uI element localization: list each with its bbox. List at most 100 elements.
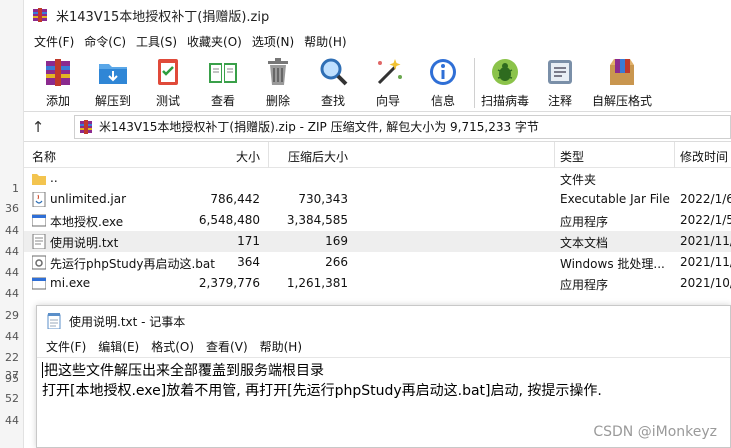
path-display[interactable]: 米143V15本地授权补丁(捐赠版).zip - ZIP 压缩文件, 解包大小为… xyxy=(74,114,731,139)
file-type: Windows 批处理... xyxy=(560,257,665,271)
menu-options[interactable]: 选项(N) xyxy=(248,33,298,50)
extract-to-icon xyxy=(99,64,127,84)
virus-scan-button[interactable]: 扫描病毒 xyxy=(479,55,531,111)
test-button[interactable]: 测试 xyxy=(142,55,194,111)
folder-icon xyxy=(32,174,46,185)
exe-file-icon xyxy=(32,277,46,290)
file-row-mi-exe[interactable]: mi.exe 2,379,776 1,261,381 应用程序 2021/10/ xyxy=(24,273,731,294)
notepad-menu-file[interactable]: 文件(F) xyxy=(41,338,91,355)
column-packed-size-header[interactable]: 压缩后大小 xyxy=(288,148,348,165)
column-name-header[interactable]: 名称 xyxy=(32,148,56,165)
sfx-button[interactable]: 自解压格式 xyxy=(589,55,655,111)
find-button[interactable]: 查找 xyxy=(307,55,359,111)
text-caret xyxy=(42,362,43,378)
add-archive-icon xyxy=(46,59,70,86)
editor-line-gutter: 1 36 44 44 44 44 29 44 22 37 95 52 44 xyxy=(0,0,24,448)
find-icon xyxy=(320,58,348,86)
file-name: mi.exe xyxy=(50,276,91,290)
notepad-app-icon xyxy=(47,313,61,329)
file-packed-size: 1,261,381 xyxy=(286,276,348,290)
file-row-local-auth-exe[interactable]: 本地授权.exe 6,548,480 3,384,585 应用程序 2022/1… xyxy=(24,210,731,231)
column-size-header[interactable]: 大小 xyxy=(236,148,260,165)
comment-icon xyxy=(548,60,572,84)
comment-button[interactable]: 注释 xyxy=(534,55,586,111)
extract-to-label: 解压到 xyxy=(94,94,131,108)
up-arrow-icon: ↑ xyxy=(31,117,45,136)
file-size: 364 xyxy=(237,255,260,269)
window-title: 米143V15本地授权补丁(捐赠版).zip xyxy=(56,9,270,25)
text-line: 把这些文件解压出来全部覆盖到服务端根目录 xyxy=(42,361,725,381)
line-number: 44 xyxy=(5,287,19,300)
file-modified: 2022/1/5 xyxy=(680,213,731,227)
notepad-title-bar: 使用说明.txt - 记事本 xyxy=(37,306,730,336)
jar-file-icon xyxy=(32,192,46,207)
column-divider[interactable] xyxy=(554,142,555,168)
file-list-header: 名称 大小 压缩后大小 类型 修改时间 xyxy=(24,142,731,168)
add-button[interactable]: 添加 xyxy=(32,55,84,111)
notepad-menu-edit[interactable]: 编辑(E) xyxy=(93,338,144,355)
line-number: 44 xyxy=(5,330,19,343)
file-type: Executable Jar File xyxy=(560,192,670,206)
text-line-content: 把这些文件解压出来全部覆盖到服务端根目录 xyxy=(44,363,324,379)
menu-tools[interactable]: 工具(S) xyxy=(132,33,181,50)
line-number: 44 xyxy=(5,266,19,279)
notepad-menu-format[interactable]: 格式(O) xyxy=(146,338,199,355)
file-type: 应用程序 xyxy=(560,278,609,292)
view-label: 查看 xyxy=(210,94,235,108)
file-size: 786,442 xyxy=(210,192,260,206)
line-number: 22 xyxy=(5,351,19,364)
delete-button[interactable]: 删除 xyxy=(252,55,304,111)
wizard-button[interactable]: 向导 xyxy=(362,55,414,111)
notepad-title: 使用说明.txt - 记事本 xyxy=(69,314,186,329)
text-line: 打开[本地授权.exe]放着不用管, 再打开[先运行phpStudy再启动这.b… xyxy=(42,383,602,399)
line-number: 44 xyxy=(5,414,19,427)
column-type-header[interactable]: 类型 xyxy=(560,148,584,165)
menu-favorites[interactable]: 收藏夹(O) xyxy=(183,33,246,50)
file-row-unlimited-jar[interactable]: unlimited.jar 786,442 730,343 Executable… xyxy=(24,189,731,210)
line-number: 1 xyxy=(12,182,19,195)
column-divider[interactable] xyxy=(268,142,269,168)
path-text: 米143V15本地授权补丁(捐赠版).zip - ZIP 压缩文件, 解包大小为… xyxy=(99,120,539,134)
menu-file[interactable]: 文件(F) xyxy=(30,33,78,50)
file-modified: 2021/10/ xyxy=(680,276,731,290)
extract-to-button[interactable]: 解压到 xyxy=(87,55,139,111)
line-number: 52 xyxy=(5,392,19,405)
column-modified-header[interactable]: 修改时间 xyxy=(680,148,728,165)
file-modified: 2022/1/6 xyxy=(680,192,731,206)
text-file-icon xyxy=(32,234,46,249)
virus-scan-icon xyxy=(492,59,518,85)
file-name: 先运行phpStudy再启动这.bat xyxy=(50,257,215,271)
view-icon xyxy=(209,63,237,83)
line-number: 36 xyxy=(5,202,19,215)
column-divider[interactable] xyxy=(674,142,675,168)
delete-icon xyxy=(268,58,288,85)
exe-file-icon xyxy=(32,214,46,227)
line-number: 29 xyxy=(5,309,19,322)
file-name: unlimited.jar xyxy=(50,192,127,206)
file-list: .. 文件夹 unlimited.jar 786,442 730,343 Exe… xyxy=(24,168,731,294)
test-label: 测试 xyxy=(155,94,180,108)
file-row-readme-txt[interactable]: 使用说明.txt 171 169 文本文档 2021/11/ xyxy=(24,231,731,252)
toolbar: 添加 解压到 测试 查看 删除 查找 向导 信息 扫描病毒 注释 自解压格式 xyxy=(24,52,731,112)
virus-scan-label: 扫描病毒 xyxy=(480,94,529,108)
up-button[interactable]: ↑ xyxy=(24,113,52,141)
file-row-parent[interactable]: .. 文件夹 xyxy=(24,168,731,189)
info-icon xyxy=(430,59,456,85)
winrar-app-icon xyxy=(33,8,47,22)
comment-label: 注释 xyxy=(547,94,572,108)
line-number: 95 xyxy=(5,372,19,385)
file-modified: 2021/11/ xyxy=(680,234,731,248)
file-size: 6,548,480 xyxy=(198,213,260,227)
notepad-menu-help[interactable]: 帮助(H) xyxy=(255,338,307,355)
info-button[interactable]: 信息 xyxy=(417,55,469,111)
line-number: 44 xyxy=(5,245,19,258)
view-button[interactable]: 查看 xyxy=(197,55,249,111)
file-type: 文件夹 xyxy=(560,173,597,187)
menu-commands[interactable]: 命令(C) xyxy=(80,33,130,50)
notepad-menu-view[interactable]: 查看(V) xyxy=(201,338,253,355)
test-icon xyxy=(158,59,178,85)
file-packed-size: 169 xyxy=(325,234,348,248)
menu-help[interactable]: 帮助(H) xyxy=(300,33,350,50)
file-row-start-bat[interactable]: 先运行phpStudy再启动这.bat 364 266 Windows 批处理.… xyxy=(24,252,731,273)
file-size: 2,379,776 xyxy=(198,276,260,290)
